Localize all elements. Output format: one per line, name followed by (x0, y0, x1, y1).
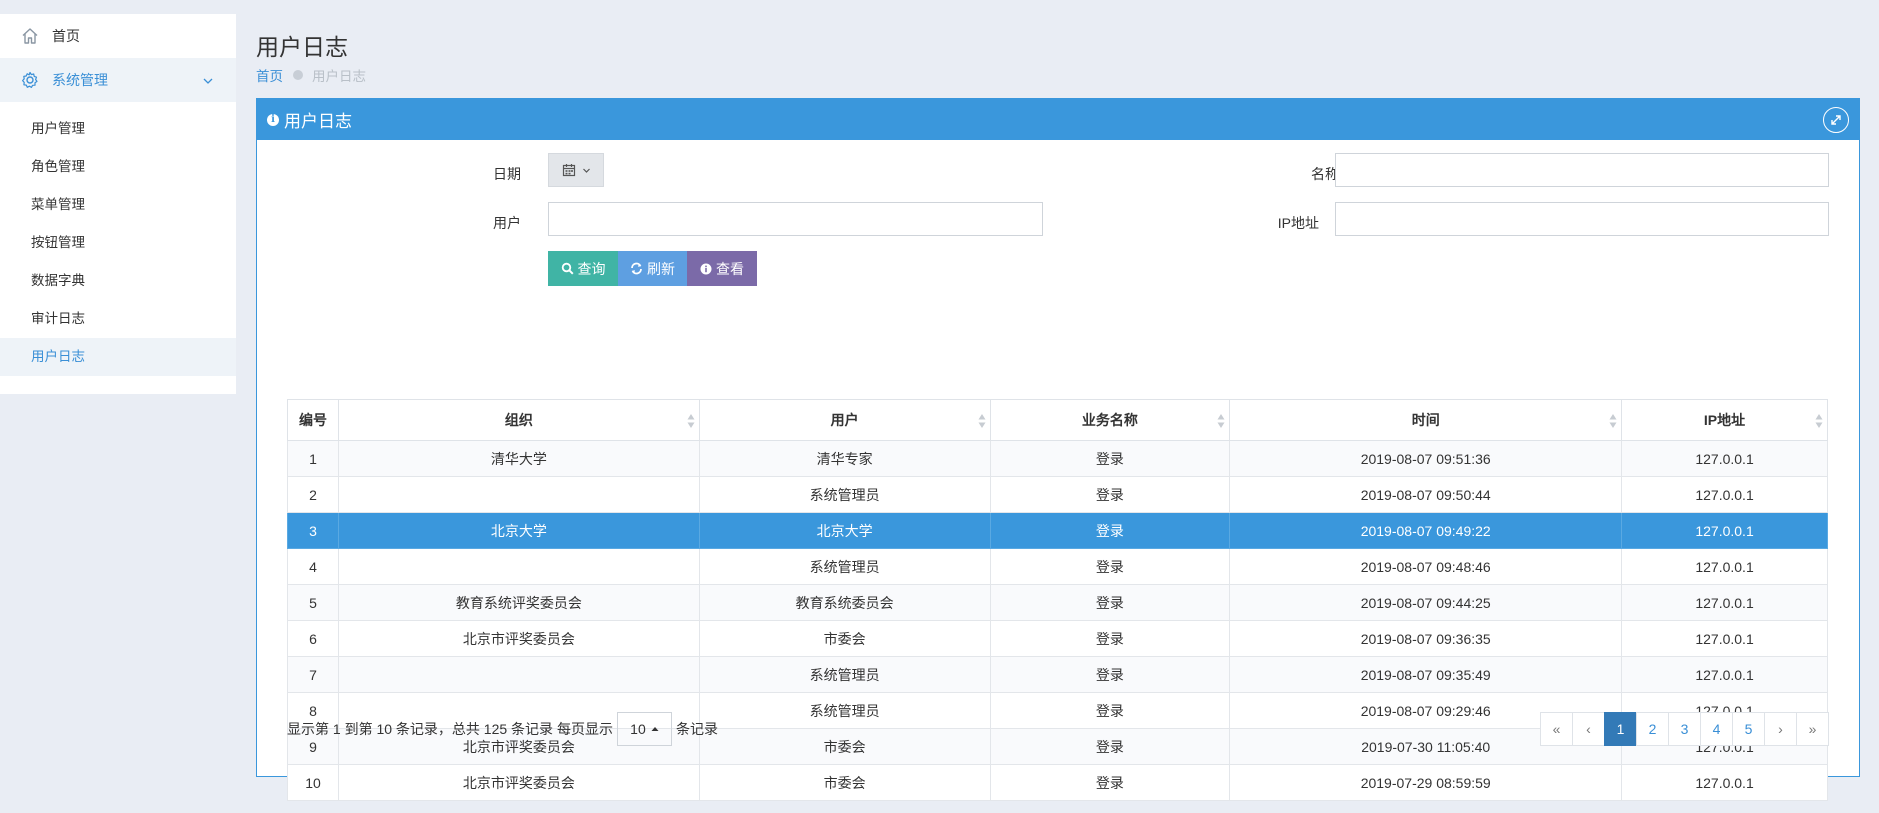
page-button-5[interactable]: 5 (1732, 712, 1765, 746)
table-row[interactable]: 4 系统管理员 登录 2019-08-07 09:48:46 127.0.0.1 (287, 548, 1828, 585)
user-input[interactable] (548, 202, 1043, 236)
table-row[interactable]: 7 系统管理员 登录 2019-08-07 09:35:49 127.0.0.1 (287, 656, 1828, 693)
calendar-icon (562, 164, 575, 177)
column-header-user[interactable]: 用户 (698, 399, 991, 441)
sort-icon (1815, 414, 1823, 428)
table-header-row: 编号 组织 用户 业务名称 时间 IP地址 (287, 399, 1828, 441)
last-page-button[interactable]: » (1796, 712, 1829, 746)
refresh-button-label: 刷新 (647, 260, 675, 277)
nav-group-system[interactable]: 系统管理 (0, 58, 236, 102)
column-header-ip[interactable]: IP地址 (1621, 399, 1828, 441)
table-row[interactable]: 2 系统管理员 登录 2019-08-07 09:50:44 127.0.0.1 (287, 476, 1828, 513)
ip-label: IP地址 (1277, 215, 1319, 231)
sidebar-item-user-management[interactable]: 用户管理 (0, 110, 236, 148)
summary-prefix: 显示第 1 到第 10 条记录，总共 125 条记录 每页显示 (287, 721, 613, 737)
subnav: 用户管理 角色管理 菜单管理 按钮管理 数据字典 审计日志 用户日志 (0, 102, 236, 376)
refresh-button[interactable]: 刷新 (618, 251, 687, 286)
action-buttons: 查询 刷新 查看 (548, 251, 757, 286)
view-button[interactable]: 查看 (687, 251, 757, 286)
sidebar-item-user-log[interactable]: 用户日志 (0, 338, 236, 376)
summary-suffix: 条记录 (675, 721, 718, 737)
page-size-value: 10 (630, 721, 646, 737)
date-picker-button[interactable] (548, 153, 604, 187)
column-header-id[interactable]: 编号 (287, 399, 339, 441)
table-row[interactable]: 1 清华大学 清华专家 登录 2019-08-07 09:51:36 127.0.0.1 (287, 440, 1828, 477)
pagination-summary: 显示第 1 到第 10 条记录，总共 125 条记录 每页显示 10 条记录 (287, 712, 718, 746)
nav-home-label: 首页 (52, 28, 80, 44)
query-button[interactable]: 查询 (548, 251, 618, 286)
name-label: 名称 (1311, 166, 1339, 182)
search-icon (561, 262, 574, 275)
home-icon (20, 26, 40, 46)
page-size-select[interactable]: 10 (616, 712, 672, 746)
info-icon (700, 263, 712, 274)
user-label: 用户 (493, 215, 521, 231)
sort-icon (1609, 414, 1617, 428)
sort-icon (687, 414, 695, 428)
query-button-label: 查询 (577, 260, 606, 277)
refresh-icon (631, 262, 642, 275)
column-header-org[interactable]: 组织 (337, 399, 700, 441)
column-header-time[interactable]: 时间 (1229, 399, 1623, 441)
column-header-business[interactable]: 业务名称 (989, 399, 1231, 441)
table-row[interactable]: 5 教育系统评奖委员会 教育系统委员会 登录 2019-08-07 09:44:25 12… (287, 584, 1828, 621)
sidebar-item-audit-log[interactable]: 审计日志 (0, 300, 236, 338)
nav-home[interactable]: 首页 (0, 14, 236, 58)
page-button-2[interactable]: 2 (1636, 712, 1669, 746)
view-button-label: 查看 (716, 260, 744, 277)
name-input[interactable] (1335, 153, 1829, 187)
sidebar-item-menu-management[interactable]: 菜单管理 (0, 186, 236, 224)
table-row[interactable]: 10 北京市评奖委员会 市委会 登录 2019-07-29 08:59:59 127.0.… (287, 764, 1828, 801)
sort-icon (1217, 414, 1225, 428)
sidebar: 首页 系统管理 用户管理 角色管理 菜单管理 按钮管理 数据字典 审计日志 用户… (0, 14, 236, 394)
first-page-button[interactable]: « (1540, 712, 1573, 746)
table-row-selected[interactable]: 3 北京大学 北京大学 登录 2019-08-07 09:49:22 127.0.0.1 (287, 512, 1828, 549)
gear-icon (20, 70, 40, 90)
sidebar-item-role-management[interactable]: 角色管理 (0, 148, 236, 186)
next-page-button[interactable]: › (1764, 712, 1797, 746)
breadcrumb-home[interactable]: 首页 (256, 65, 283, 85)
breadcrumb: 首页 用户日志 (256, 65, 366, 85)
sort-icon (978, 414, 985, 428)
page-title: 用户日志 (256, 34, 348, 60)
pagination: « ‹ 1 2 3 4 5 › » (1540, 712, 1829, 746)
breadcrumb-separator (293, 70, 303, 80)
sidebar-item-button-management[interactable]: 按钮管理 (0, 224, 236, 262)
prev-page-button[interactable]: ‹ (1572, 712, 1605, 746)
page-button-4[interactable]: 4 (1700, 712, 1733, 746)
table-row[interactable]: 6 北京市评奖委员会 市委会 登录 2019-08-07 09:36:35 127.0.0… (287, 620, 1828, 657)
nav-group-label: 系统管理 (52, 72, 108, 88)
breadcrumb-current: 用户日志 (312, 69, 366, 84)
ip-input[interactable] (1335, 202, 1829, 236)
chevron-down-icon (582, 168, 590, 173)
sidebar-item-data-dictionary[interactable]: 数据字典 (0, 262, 236, 300)
caret-up-icon (651, 727, 659, 731)
page-button-1[interactable]: 1 (1604, 712, 1637, 746)
page-button-3[interactable]: 3 (1668, 712, 1701, 746)
chevron-down-icon (202, 74, 214, 86)
date-label: 日期 (493, 166, 521, 182)
panel-body: 日期 名称 用户 IP地址 查询 刷新 查看 编号 组织 用户 业务名称 时间 … (256, 98, 1860, 801)
